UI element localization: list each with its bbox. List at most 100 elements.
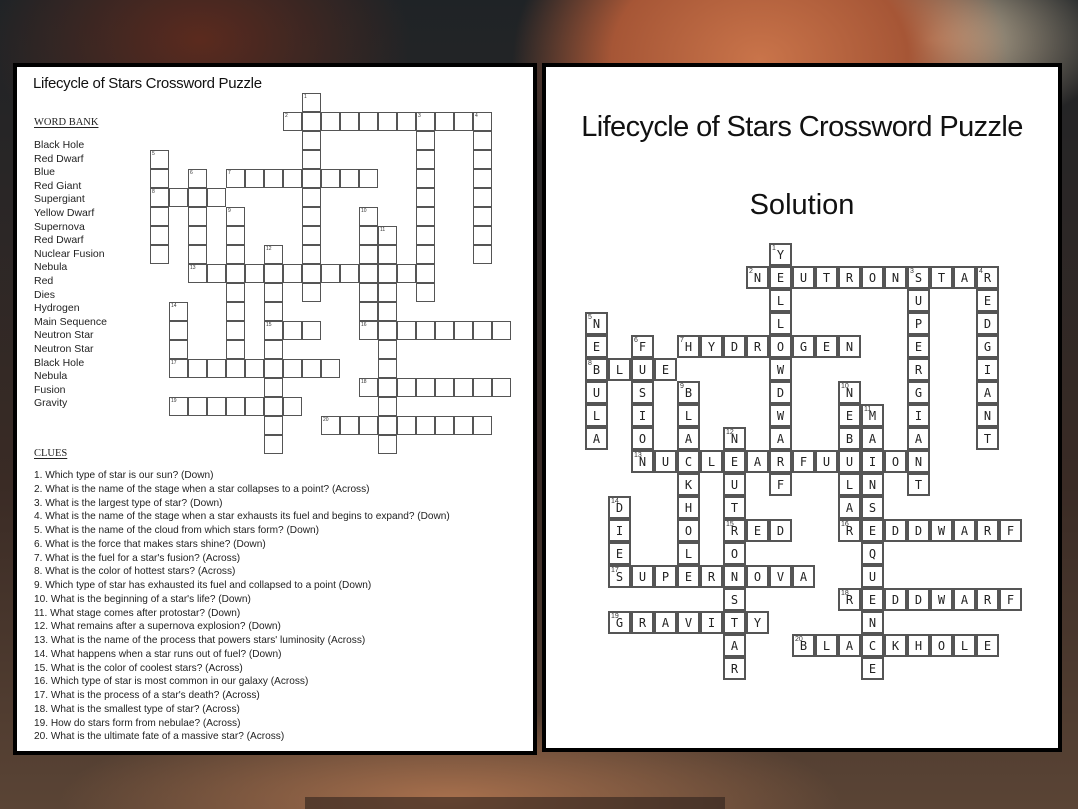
crossword-cell[interactable] [378, 416, 397, 435]
crossword-cell[interactable] [321, 359, 340, 378]
crossword-cell[interactable] [283, 359, 302, 378]
crossword-cell[interactable] [150, 226, 169, 245]
crossword-cell[interactable] [416, 264, 435, 283]
crossword-cell[interactable]: 20 [321, 416, 340, 435]
crossword-cell[interactable] [169, 188, 188, 207]
crossword-cell[interactable] [378, 245, 397, 264]
crossword-cell[interactable] [435, 378, 454, 397]
crossword-cell[interactable] [188, 245, 207, 264]
crossword-cell[interactable] [416, 169, 435, 188]
crossword-cell[interactable]: 9 [226, 207, 245, 226]
crossword-cell[interactable]: 17 [169, 359, 188, 378]
crossword-cell[interactable] [359, 169, 378, 188]
crossword-cell[interactable] [340, 416, 359, 435]
crossword-cell[interactable] [302, 207, 321, 226]
crossword-cell[interactable]: 3 [416, 112, 435, 131]
crossword-cell[interactable] [302, 359, 321, 378]
crossword-cell[interactable] [226, 359, 245, 378]
crossword-cell[interactable] [435, 321, 454, 340]
crossword-cell[interactable] [435, 416, 454, 435]
crossword-cell[interactable] [283, 169, 302, 188]
crossword-cell[interactable]: 7 [226, 169, 245, 188]
crossword-cell[interactable] [473, 188, 492, 207]
crossword-cell[interactable] [378, 321, 397, 340]
crossword-cell[interactable]: 5 [150, 150, 169, 169]
crossword-cell[interactable] [359, 302, 378, 321]
crossword-cell[interactable] [188, 226, 207, 245]
crossword-cell[interactable] [264, 378, 283, 397]
crossword-cell[interactable] [302, 264, 321, 283]
crossword-cell[interactable] [245, 397, 264, 416]
crossword-cell[interactable] [473, 131, 492, 150]
crossword-cell[interactable] [378, 264, 397, 283]
crossword-cell[interactable] [150, 245, 169, 264]
crossword-cell[interactable] [340, 264, 359, 283]
crossword-cell[interactable] [473, 169, 492, 188]
crossword-cell[interactable]: 10 [359, 207, 378, 226]
crossword-cell[interactable] [302, 112, 321, 131]
crossword-cell[interactable] [397, 378, 416, 397]
crossword-cell[interactable] [264, 302, 283, 321]
crossword-cell[interactable]: 1 [302, 93, 321, 112]
crossword-cell[interactable]: 16 [359, 321, 378, 340]
crossword-cell[interactable] [302, 245, 321, 264]
crossword-cell[interactable] [169, 321, 188, 340]
crossword-cell[interactable] [302, 283, 321, 302]
crossword-cell[interactable] [397, 112, 416, 131]
crossword-cell[interactable] [264, 264, 283, 283]
crossword-cell[interactable] [473, 321, 492, 340]
crossword-cell[interactable]: 6 [188, 169, 207, 188]
crossword-cell[interactable] [416, 321, 435, 340]
crossword-cell[interactable] [321, 112, 340, 131]
crossword-cell[interactable] [378, 283, 397, 302]
crossword-cell[interactable] [226, 340, 245, 359]
crossword-cell[interactable] [416, 150, 435, 169]
crossword-cell[interactable] [302, 188, 321, 207]
crossword-cell[interactable]: 19 [169, 397, 188, 416]
crossword-cell[interactable] [302, 169, 321, 188]
crossword-cell[interactable] [454, 416, 473, 435]
crossword-cell[interactable] [416, 283, 435, 302]
crossword-cell[interactable] [359, 112, 378, 131]
crossword-cell[interactable] [378, 302, 397, 321]
crossword-cell[interactable] [207, 397, 226, 416]
crossword-cell[interactable] [207, 359, 226, 378]
crossword-cell[interactable] [397, 416, 416, 435]
crossword-cell[interactable] [264, 169, 283, 188]
crossword-cell[interactable] [302, 226, 321, 245]
crossword-cell[interactable] [473, 416, 492, 435]
crossword-cell[interactable] [340, 112, 359, 131]
crossword-cell[interactable] [226, 264, 245, 283]
crossword-cell[interactable] [321, 264, 340, 283]
crossword-cell[interactable]: 2 [283, 112, 302, 131]
crossword-cell[interactable] [359, 416, 378, 435]
crossword-cell[interactable] [245, 169, 264, 188]
crossword-cell[interactable] [264, 359, 283, 378]
crossword-cell[interactable] [188, 359, 207, 378]
crossword-cell[interactable] [283, 397, 302, 416]
crossword-cell[interactable]: 18 [359, 378, 378, 397]
crossword-cell[interactable] [435, 112, 454, 131]
crossword-cell[interactable] [150, 207, 169, 226]
crossword-cell[interactable] [378, 340, 397, 359]
crossword-cell[interactable] [473, 150, 492, 169]
crossword-cell[interactable] [264, 340, 283, 359]
crossword-cell[interactable] [188, 397, 207, 416]
crossword-cell[interactable] [264, 283, 283, 302]
crossword-cell[interactable] [359, 245, 378, 264]
crossword-cell[interactable]: 14 [169, 302, 188, 321]
crossword-cell[interactable] [264, 416, 283, 435]
crossword-cell[interactable] [473, 207, 492, 226]
crossword-cell[interactable] [416, 207, 435, 226]
crossword-cell[interactable] [302, 321, 321, 340]
crossword-cell[interactable] [378, 359, 397, 378]
crossword-cell[interactable] [454, 112, 473, 131]
crossword-cell[interactable] [283, 264, 302, 283]
crossword-cell[interactable] [378, 112, 397, 131]
crossword-cell[interactable] [397, 264, 416, 283]
crossword-cell[interactable] [473, 226, 492, 245]
crossword-cell[interactable] [359, 264, 378, 283]
crossword-cell[interactable] [302, 131, 321, 150]
crossword-cell[interactable] [302, 150, 321, 169]
crossword-cell[interactable] [226, 321, 245, 340]
